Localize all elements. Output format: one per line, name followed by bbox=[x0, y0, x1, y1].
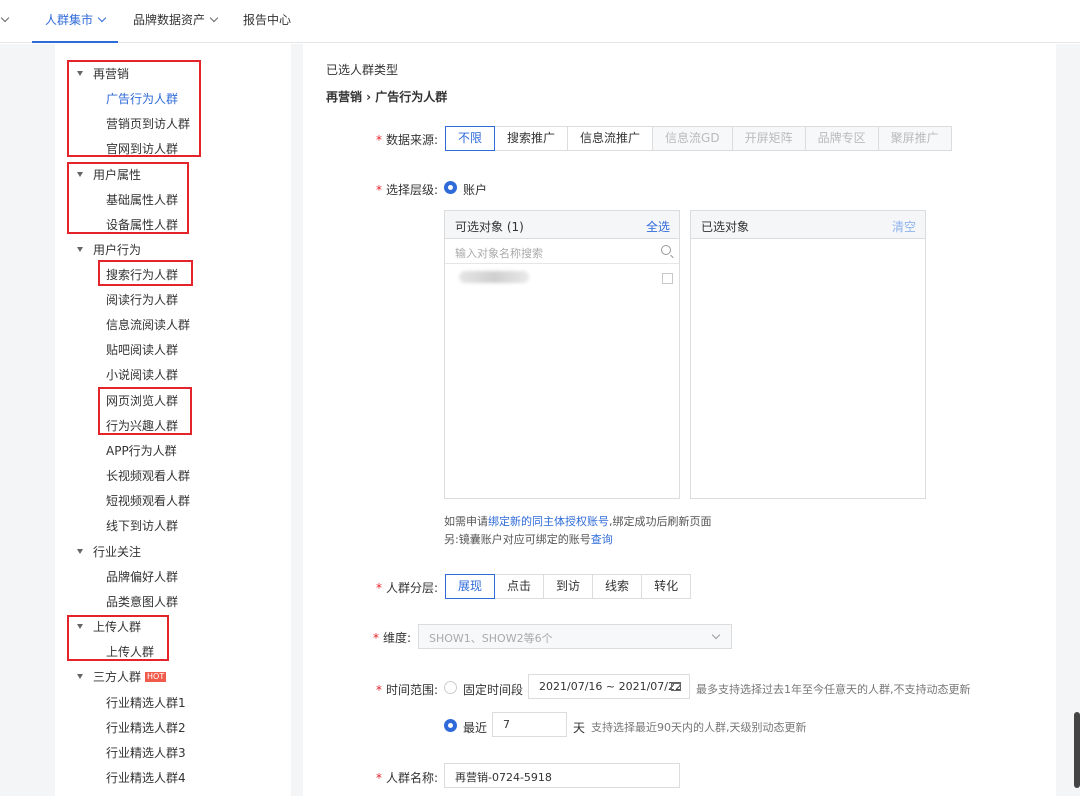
object-checkbox[interactable] bbox=[662, 273, 673, 284]
dimension-value: SHOW1、SHOW2等6个 bbox=[429, 632, 553, 645]
layer-option[interactable]: 到访 bbox=[544, 575, 594, 598]
fixed-period-hint: 最多支持选择过去1年至今任意天的人群,不支持动态更新 bbox=[696, 683, 971, 696]
content-gutter bbox=[291, 44, 303, 796]
level-account-radio[interactable] bbox=[444, 181, 457, 194]
left-background bbox=[0, 44, 55, 796]
tree-item-read-behavior[interactable]: 阅读行为人群 bbox=[106, 291, 178, 308]
recent-days-input[interactable]: 7 bbox=[492, 712, 567, 737]
tree-item-tieba-read[interactable]: 贴吧阅读人群 bbox=[106, 341, 178, 358]
tree-item-app-behavior[interactable]: APP行为人群 bbox=[106, 442, 177, 459]
chevron-down-icon bbox=[209, 13, 219, 23]
scrollbar-thumb[interactable] bbox=[1074, 712, 1080, 788]
available-objects-panel: 可选对象 (1) 全选 输入对象名称搜索 bbox=[444, 210, 680, 499]
caret-down-icon bbox=[77, 247, 83, 252]
tree-item-industry-pick-2[interactable]: 行业精选人群2 bbox=[106, 719, 186, 736]
data-source-option: 品牌专区 bbox=[805, 127, 879, 150]
nav-item-brand-assets[interactable]: 品牌数据资产 bbox=[133, 0, 219, 43]
nav-item-label: 品牌数据资产 bbox=[133, 13, 206, 27]
redacted-object-name bbox=[459, 271, 529, 283]
layer-selector: 展现 点击 到访 线索 转化 bbox=[445, 574, 692, 599]
hot-badge: HOT bbox=[145, 672, 167, 682]
tree-item-industry-pick-4[interactable]: 行业精选人群4 bbox=[106, 769, 186, 786]
tree-item-feed-read[interactable]: 信息流阅读人群 bbox=[106, 316, 190, 333]
tree-item-novel-read[interactable]: 小说阅读人群 bbox=[106, 366, 178, 383]
query-account-note: 另:镜囊账户对应可绑定的账号查询 bbox=[444, 533, 613, 546]
data-source-option: 开屏矩阵 bbox=[732, 127, 806, 150]
search-icon[interactable] bbox=[661, 245, 671, 255]
tree-item-short-video[interactable]: 短视频观看人群 bbox=[106, 492, 190, 509]
tree-item-offline-visit[interactable]: 线下到访人群 bbox=[106, 517, 178, 534]
highlight-box bbox=[98, 387, 192, 435]
recent-days-value: 7 bbox=[503, 718, 510, 731]
tree-group-third-party[interactable]: 三方人群 HOT bbox=[77, 668, 167, 685]
calendar-icon bbox=[671, 682, 681, 691]
nav-overflow-chevron[interactable] bbox=[0, 0, 10, 43]
recent-unit: 天 bbox=[573, 721, 586, 735]
top-nav: 人群集市 品牌数据资产 报告中心 bbox=[0, 0, 1080, 43]
nav-item-label: 报告中心 bbox=[243, 13, 292, 27]
tree-group-industry[interactable]: 行业关注 bbox=[77, 543, 141, 560]
highlight-box bbox=[67, 615, 169, 661]
selected-type-label: 已选人群类型 bbox=[326, 63, 399, 77]
tree-item-long-video[interactable]: 长视频观看人群 bbox=[106, 467, 190, 484]
panel-title: 已选对象 bbox=[701, 220, 750, 234]
bind-account-note: 如需申请绑定新的同主体授权账号,绑定成功后刷新页面 bbox=[444, 515, 712, 528]
data-source-option: 信息流GD bbox=[653, 127, 733, 150]
recent-label: 最近 bbox=[463, 721, 488, 735]
layer-option[interactable]: 线索 bbox=[593, 575, 643, 598]
nav-item-report-center[interactable]: 报告中心 bbox=[243, 0, 291, 43]
caret-down-icon bbox=[77, 674, 83, 679]
nav-item-label: 人群集市 bbox=[45, 13, 94, 27]
panel-title: 可选对象 (1) bbox=[455, 220, 524, 234]
data-source-selector: 不限 搜索推广 信息流推广 信息流GD 开屏矩阵 品牌专区 聚屏推广 bbox=[445, 126, 952, 151]
chevron-down-icon bbox=[711, 630, 721, 640]
panel-header: 已选对象 清空 bbox=[691, 211, 925, 239]
tree-item-category-intent[interactable]: 品类意图人群 bbox=[106, 593, 178, 610]
layer-option[interactable]: 转化 bbox=[642, 575, 690, 598]
layer-option[interactable]: 展现 bbox=[445, 574, 496, 599]
tree-item-industry-pick-3[interactable]: 行业精选人群3 bbox=[106, 744, 186, 761]
layer-option[interactable]: 点击 bbox=[495, 575, 545, 598]
dimension-label: * 维度: bbox=[373, 631, 412, 645]
breadcrumb: 再营销 › 广告行为人群 bbox=[326, 90, 448, 104]
query-link[interactable]: 查询 bbox=[591, 533, 613, 546]
fixed-period-radio[interactable] bbox=[444, 681, 457, 694]
date-range-picker[interactable]: 2021/07/16 ~ 2021/07/22 bbox=[528, 674, 690, 699]
clear-link[interactable]: 清空 bbox=[892, 218, 916, 235]
level-account-label: 账户 bbox=[463, 183, 488, 197]
time-range-label: * 时间范围: bbox=[376, 683, 439, 697]
dimension-select: SHOW1、SHOW2等6个 bbox=[418, 624, 732, 649]
bind-account-link[interactable]: 绑定新的同主体授权账号 bbox=[488, 515, 609, 528]
data-source-label: * 数据来源: bbox=[376, 133, 439, 147]
chevron-down-icon bbox=[97, 13, 107, 23]
highlight-box bbox=[67, 60, 201, 157]
recent-days-hint: 支持选择最近90天内的人群,天级别动态更新 bbox=[591, 721, 807, 734]
right-background bbox=[1056, 44, 1080, 796]
layer-label: * 人群分层: bbox=[376, 581, 439, 595]
highlight-box bbox=[67, 162, 189, 234]
audience-name-label: * 人群名称: bbox=[376, 771, 439, 785]
caret-down-icon bbox=[77, 549, 83, 554]
tree-item-brand-preference[interactable]: 品牌偏好人群 bbox=[106, 568, 178, 585]
date-range-value: 2021/07/16 ~ 2021/07/22 bbox=[539, 680, 683, 693]
audience-name-value: 再营销-0724-5918 bbox=[455, 771, 552, 784]
recent-days-radio[interactable] bbox=[444, 719, 457, 732]
data-source-option[interactable]: 搜索推广 bbox=[495, 127, 569, 150]
audience-name-input[interactable]: 再营销-0724-5918 bbox=[444, 763, 680, 788]
select-all-link[interactable]: 全选 bbox=[646, 218, 670, 235]
tree-group-user-behavior[interactable]: 用户行为 bbox=[77, 241, 141, 258]
search-placeholder: 输入对象名称搜索 bbox=[455, 247, 543, 260]
data-source-option[interactable]: 不限 bbox=[445, 126, 496, 151]
tree-item-industry-pick-1[interactable]: 行业精选人群1 bbox=[106, 694, 186, 711]
fixed-period-label: 固定时间段 bbox=[463, 683, 524, 697]
highlight-box bbox=[98, 260, 193, 286]
selected-objects-panel: 已选对象 清空 bbox=[690, 210, 926, 499]
panel-header: 可选对象 (1) 全选 bbox=[445, 211, 679, 239]
data-source-option[interactable]: 信息流推广 bbox=[568, 127, 654, 150]
data-source-option: 聚屏推广 bbox=[878, 127, 951, 150]
nav-item-audience-market[interactable]: 人群集市 bbox=[31, 0, 119, 43]
level-label: * 选择层级: bbox=[376, 183, 439, 197]
object-search-input[interactable]: 输入对象名称搜索 bbox=[445, 239, 679, 264]
